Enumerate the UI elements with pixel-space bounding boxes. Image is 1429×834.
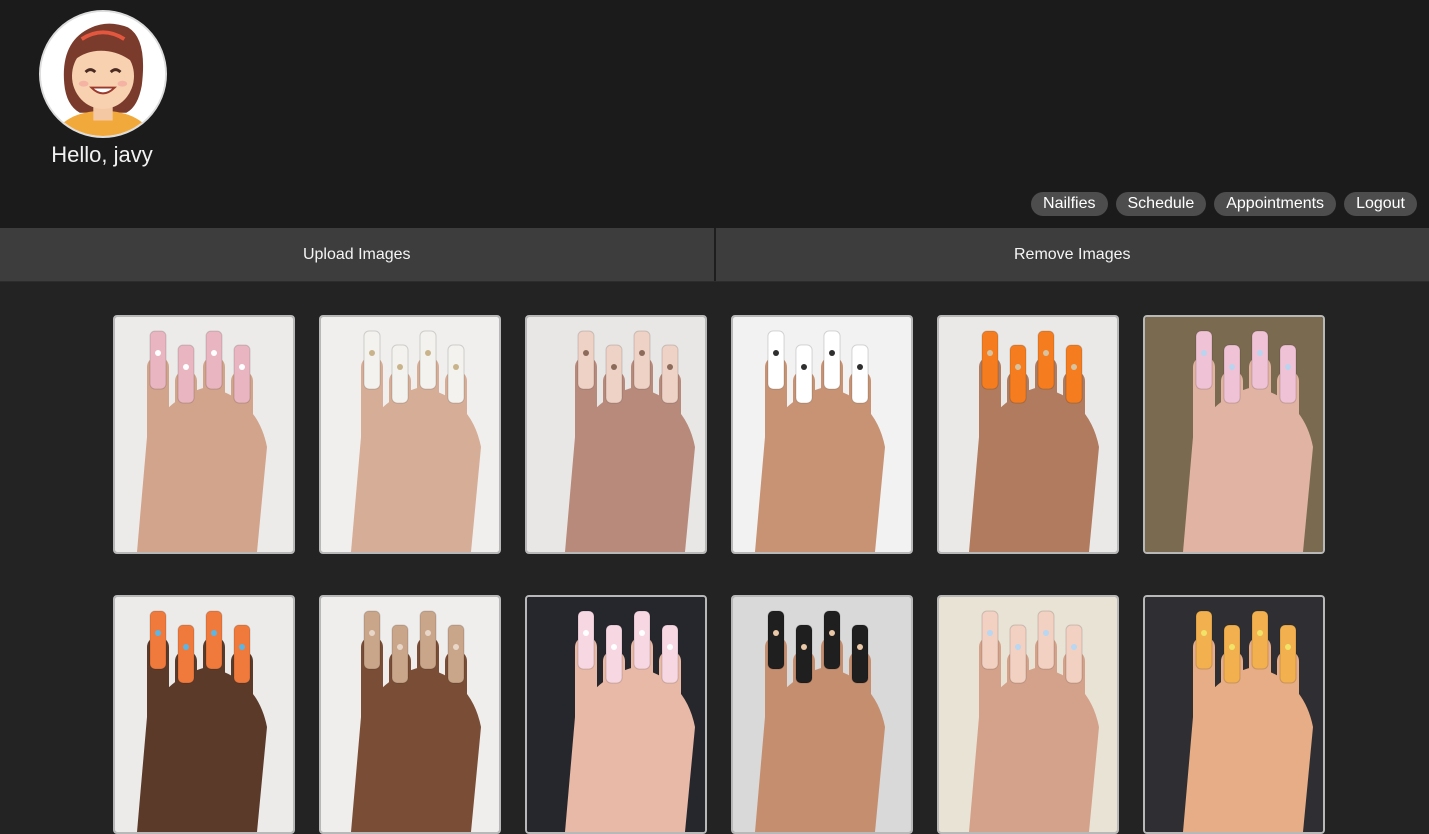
nail-photo-icon: [939, 317, 1117, 552]
remove-images-button[interactable]: Remove Images: [714, 228, 1429, 281]
gallery-image[interactable]: [113, 595, 295, 834]
gallery-image[interactable]: [319, 595, 501, 834]
gallery-image[interactable]: [731, 315, 913, 554]
nail-photo-icon: [527, 317, 705, 552]
gallery-image[interactable]: [113, 315, 295, 554]
nav-logout-button[interactable]: Logout: [1344, 192, 1417, 216]
nav-nailfies-button[interactable]: Nailfies: [1031, 192, 1107, 216]
avatar: [39, 10, 167, 138]
gallery-image[interactable]: [525, 315, 707, 554]
nail-photo-icon: [115, 317, 293, 552]
nail-photo-icon: [527, 597, 705, 832]
image-actions-bar: Upload Images Remove Images: [0, 228, 1429, 282]
nail-photo-icon: [321, 317, 499, 552]
gallery-image[interactable]: [1143, 595, 1325, 834]
gallery-image[interactable]: [937, 315, 1119, 554]
nav-appointments-button[interactable]: Appointments: [1214, 192, 1336, 216]
gallery-image[interactable]: [731, 595, 913, 834]
gallery-grid: [113, 315, 1325, 834]
nail-photo-icon: [733, 597, 911, 832]
header: Hello, javy Nailfies Schedule Appointmen…: [0, 0, 1429, 228]
gallery-image[interactable]: [1143, 315, 1325, 554]
nail-photo-icon: [1145, 597, 1323, 832]
nail-photo-icon: [939, 597, 1117, 832]
nav-schedule-button[interactable]: Schedule: [1116, 192, 1207, 216]
gallery-image[interactable]: [937, 595, 1119, 834]
upload-images-button[interactable]: Upload Images: [0, 228, 714, 281]
gallery-image[interactable]: [319, 315, 501, 554]
girl-avatar-icon: [41, 12, 165, 136]
nail-photo-icon: [733, 317, 911, 552]
nail-gallery: [113, 315, 1325, 834]
nail-photo-icon: [321, 597, 499, 832]
nail-photo-icon: [1145, 317, 1323, 552]
greeting-text: Hello, javy: [36, 142, 168, 168]
gallery-image[interactable]: [525, 595, 707, 834]
nav-bar: Nailfies Schedule Appointments Logout: [1031, 192, 1417, 216]
nail-photo-icon: [115, 597, 293, 832]
